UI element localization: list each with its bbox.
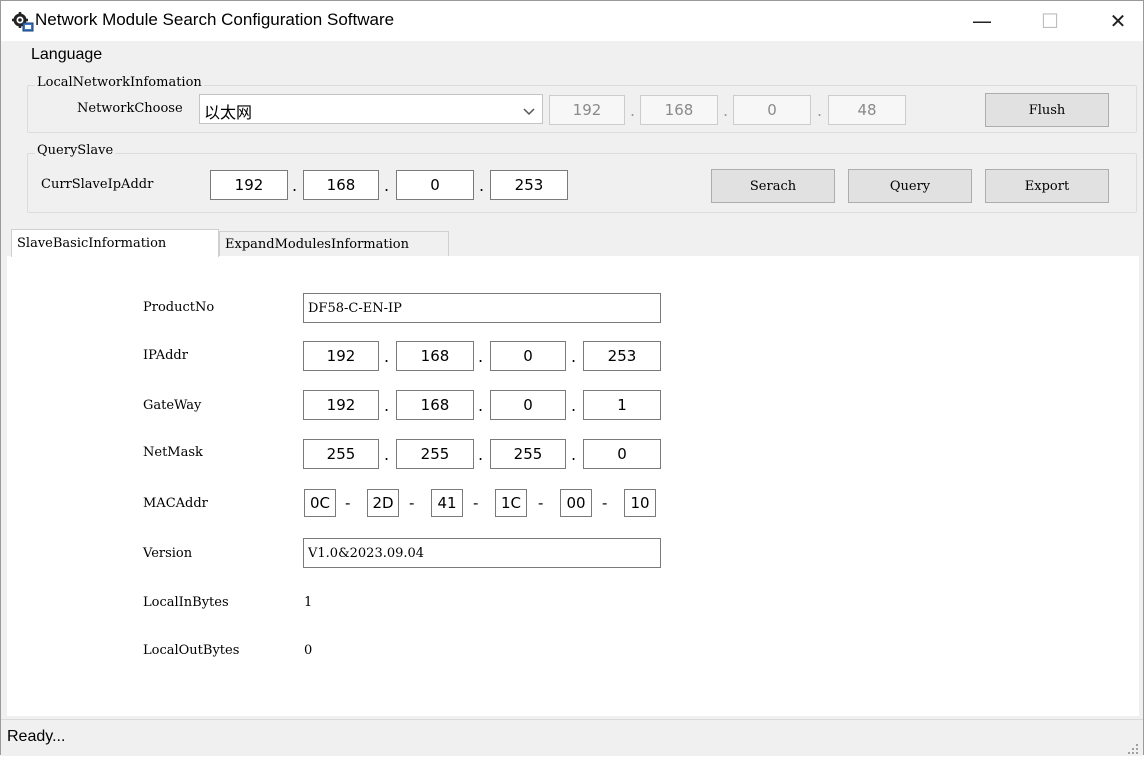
menu-bar: Language [1, 41, 1143, 71]
ip-dot: . [571, 347, 577, 366]
status-bar: Ready... [1, 719, 1143, 756]
gateway-octet-4[interactable]: 1 [583, 390, 661, 420]
ip-dot: . [478, 347, 484, 366]
slave-ip-octet-4[interactable]: 253 [490, 170, 568, 200]
tab-slave-basic-information[interactable]: SlaveBasicInformation [11, 229, 219, 257]
status-text: Ready... [7, 728, 66, 745]
version-field[interactable]: V1.0&2023.09.04 [303, 538, 661, 568]
ipaddr-octet-2[interactable]: 168 [396, 341, 474, 371]
network-choose-select[interactable]: 以太网 [199, 94, 543, 124]
network-choose-label: NetworkChoose [77, 101, 183, 116]
chevron-down-icon [522, 103, 536, 116]
gateway-label: GateWay [143, 398, 202, 413]
netmask-octet-2[interactable]: 255 [396, 439, 474, 469]
mac-byte-6[interactable]: 10 [624, 489, 656, 517]
netmask-octet-1[interactable]: 255 [303, 439, 379, 469]
mac-dash: - [538, 494, 544, 512]
ip-dot: . [384, 396, 390, 415]
gateway-octet-2[interactable]: 168 [396, 390, 474, 420]
mac-dash: - [409, 494, 415, 512]
slave-ip-octet-1[interactable]: 192 [210, 170, 288, 200]
gateway-octet-1[interactable]: 192 [303, 390, 379, 420]
product-no-label: ProductNo [143, 300, 215, 315]
product-no-field[interactable]: DF58-C-EN-IP [303, 293, 661, 323]
ip-dot: . [384, 347, 390, 366]
slave-ip-octet-2[interactable]: 168 [303, 170, 379, 200]
menu-language[interactable]: Language [31, 46, 102, 64]
ip-dot: . [292, 176, 298, 195]
ipaddr-octet-1[interactable]: 192 [303, 341, 379, 371]
tab-strip: SlaveBasicInformation ExpandModulesInfor… [1, 229, 1143, 257]
local-out-bytes-value: 0 [304, 643, 313, 658]
mac-dash: - [602, 494, 608, 512]
local-in-bytes-label: LocalInBytes [143, 595, 229, 610]
window-title: Network Module Search Configuration Soft… [35, 10, 395, 29]
close-button[interactable]: ✕ [1087, 1, 1144, 41]
app-gear-icon [11, 11, 35, 33]
netmask-octet-3[interactable]: 255 [490, 439, 566, 469]
mac-dash: - [473, 494, 479, 512]
tab-expand-modules-information[interactable]: ExpandModulesInformation [219, 231, 449, 257]
local-ip-octet-2: 168 [640, 95, 718, 125]
local-network-group-title: LocalNetworkInfomation [35, 75, 204, 90]
ip-dot: . [630, 101, 636, 120]
local-ip-octet-1: 192 [549, 95, 625, 125]
local-ip-octet-3: 0 [733, 95, 811, 125]
query-slave-group-title: QuerySlave [35, 143, 116, 158]
app-window: Network Module Search Configuration Soft… [0, 0, 1144, 756]
flush-button[interactable]: Flush [985, 93, 1109, 127]
local-ip-octet-4: 48 [828, 95, 906, 125]
query-button[interactable]: Query [848, 169, 972, 203]
ip-dot: . [723, 101, 729, 120]
ip-dot: . [817, 101, 823, 120]
minimize-button[interactable]: — [951, 1, 1013, 41]
curr-slave-ip-label: CurrSlaveIpAddr [41, 177, 154, 192]
ip-dot: . [571, 396, 577, 415]
export-button[interactable]: Export [985, 169, 1109, 203]
search-button[interactable]: Serach [711, 169, 835, 203]
ip-dot: . [384, 176, 390, 195]
ip-dot: . [478, 445, 484, 464]
title-bar[interactable]: Network Module Search Configuration Soft… [1, 1, 1143, 41]
ip-dot: . [479, 176, 485, 195]
mac-dash: - [345, 494, 351, 512]
slave-ip-octet-3[interactable]: 0 [396, 170, 474, 200]
network-choose-value: 以太网 [204, 103, 253, 122]
ipaddr-label: IPAddr [143, 348, 188, 363]
local-in-bytes-value: 1 [304, 595, 313, 610]
mac-byte-1[interactable]: 0C [304, 489, 336, 517]
mac-byte-4[interactable]: 1C [495, 489, 527, 517]
macaddr-label: MACAddr [143, 496, 208, 511]
mac-byte-2[interactable]: 2D [367, 489, 399, 517]
mac-byte-5[interactable]: 00 [560, 489, 592, 517]
mac-byte-3[interactable]: 41 [431, 489, 463, 517]
local-out-bytes-label: LocalOutBytes [143, 643, 240, 658]
ip-dot: . [384, 445, 390, 464]
gateway-octet-3[interactable]: 0 [490, 390, 566, 420]
netmask-octet-4[interactable]: 0 [583, 439, 661, 469]
ipaddr-octet-3[interactable]: 0 [490, 341, 566, 371]
version-label: Version [143, 546, 193, 561]
netmask-label: NetMask [143, 445, 203, 460]
ip-dot: . [478, 396, 484, 415]
maximize-button[interactable]: ☐ [1019, 1, 1081, 41]
ip-dot: . [571, 445, 577, 464]
resize-grip-icon[interactable] [1127, 740, 1139, 754]
ipaddr-octet-4[interactable]: 253 [583, 341, 661, 371]
